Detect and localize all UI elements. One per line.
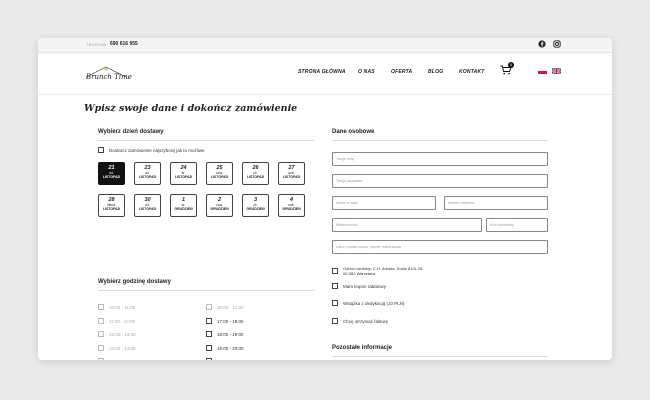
nav-home[interactable]: STRONA GŁÓWNA bbox=[298, 69, 346, 75]
divider bbox=[332, 356, 548, 357]
time-slot-label: 10:00 - 11:00 bbox=[109, 305, 136, 310]
city-field[interactable]: Miejscowość bbox=[332, 218, 482, 232]
dedication-label: Wstążka z dedykacją (10 PLN) bbox=[343, 301, 405, 306]
last-name-field[interactable]: Twoje nazwisko bbox=[332, 174, 548, 188]
earliest-delivery-label: Dostarcz zamówienie najszybciej jak to m… bbox=[109, 148, 205, 153]
instagram-icon[interactable] bbox=[553, 40, 561, 48]
first-name-field[interactable]: Twoje imię bbox=[332, 152, 548, 166]
time-slot-label: 11:00 - 12:00 bbox=[109, 318, 136, 324]
dedication-checkbox[interactable] bbox=[332, 300, 338, 306]
brand-logo[interactable]: Brunch Time bbox=[84, 64, 132, 84]
time-slot-checkbox bbox=[98, 304, 104, 310]
day-month: GRUDZIEŃ bbox=[282, 207, 301, 211]
street-field[interactable]: Ulica, numer domu, numer mieszkania bbox=[332, 240, 548, 254]
nav-about[interactable]: O NAS bbox=[358, 69, 375, 75]
time-slot-label: 17:00 - 18:00 bbox=[217, 318, 244, 324]
nav-contact[interactable]: KONTAKT bbox=[459, 69, 484, 75]
time-slot-checkbox bbox=[98, 317, 104, 324]
earliest-delivery-checkbox[interactable] bbox=[98, 147, 104, 153]
coupon-checkbox[interactable] bbox=[332, 283, 338, 289]
time-slot-label: 19:00 - 20:00 bbox=[217, 345, 244, 351]
invoice-checkbox[interactable] bbox=[332, 318, 338, 324]
day-option[interactable]: 3 pt. GRUDZIEŃ bbox=[242, 194, 269, 217]
day-month: LISTOPAD bbox=[138, 175, 157, 179]
polish-flag-icon[interactable] bbox=[538, 68, 547, 74]
day-option[interactable]: 26 pt. LISTOPAD bbox=[242, 162, 269, 185]
time-slot-label: 18:00 - 19:00 bbox=[217, 332, 244, 337]
time-slot-checkbox bbox=[98, 344, 104, 351]
day-option[interactable]: 25 czw. LISTOPAD bbox=[206, 162, 233, 185]
time-slot-checkbox[interactable] bbox=[206, 358, 212, 360]
other-info-title: Pozostałe informacje bbox=[332, 345, 393, 351]
day-month: LISTOPAD bbox=[102, 207, 121, 211]
day-month: LISTOPAD bbox=[282, 175, 301, 179]
day-month: LISTOPAD bbox=[210, 175, 229, 179]
day-month: LISTOPAD bbox=[174, 175, 193, 179]
time-slot-label: 14:00 - 15:00 bbox=[109, 359, 136, 360]
phone-label: TELEFON bbox=[86, 42, 107, 47]
english-flag-icon[interactable] bbox=[552, 68, 561, 74]
time-slot-label: 13:00 - 14:00 bbox=[109, 345, 136, 351]
time-slot-checkbox bbox=[206, 304, 212, 310]
day-option[interactable]: 23 wt. LISTOPAD bbox=[134, 162, 161, 185]
time-slot-checkbox bbox=[98, 331, 104, 337]
coupon-label: Mam kupon rabatowy bbox=[343, 284, 387, 289]
time-slot-label: 16:00 - 17:00 bbox=[217, 305, 244, 310]
day-month: GRUDZIEŃ bbox=[210, 207, 229, 211]
phone-field[interactable]: Numer telefonu bbox=[444, 196, 548, 210]
time-slot-checkbox[interactable] bbox=[206, 317, 212, 324]
time-slot-label: 20:00 - 21:00 bbox=[217, 359, 244, 360]
pickup-checkbox[interactable] bbox=[332, 268, 338, 274]
day-month: GRUDZIEŃ bbox=[174, 207, 193, 211]
postcode-field[interactable]: Kod pocztowy bbox=[486, 218, 548, 232]
day-option[interactable]: 28 niedz. LISTOPAD bbox=[98, 194, 125, 217]
day-option[interactable]: 4 sob. GRUDZIEŃ bbox=[278, 194, 305, 217]
email-field[interactable]: Adres e-mail bbox=[332, 196, 436, 210]
site-header: Brunch Time STRONA GŁÓWNA O NAS OFERTA B… bbox=[38, 52, 612, 95]
day-month: LISTOPAD bbox=[138, 207, 157, 211]
nav-blog[interactable]: BLOG bbox=[428, 69, 443, 75]
divider bbox=[98, 140, 314, 141]
cart-count-badge: 0 bbox=[508, 62, 514, 68]
day-option[interactable]: 2 czw. GRUDZIEŃ bbox=[206, 194, 233, 217]
personal-data-title: Dane osobowe bbox=[332, 129, 375, 135]
invoice-label: Chcę otrzymać fakturę bbox=[343, 319, 389, 324]
day-option[interactable]: 1 śr. GRUDZIEŃ bbox=[170, 194, 197, 217]
day-month: LISTOPAD bbox=[102, 175, 121, 179]
day-option[interactable]: 24 śr. LISTOPAD bbox=[170, 162, 197, 185]
day-option[interactable]: 21 wt. LISTOPAD bbox=[98, 162, 125, 185]
checkout-content: Wybierz dzień dostawy Dostarcz zamówieni… bbox=[84, 120, 566, 360]
browser-frame: TELEFON 690 616 955 Brunch Time STRONA G… bbox=[38, 38, 612, 360]
facebook-icon[interactable] bbox=[538, 40, 546, 48]
day-option[interactable]: 27 sob. LISTOPAD bbox=[278, 162, 305, 185]
pickup-label: Odbiór osobisty: C.H. Arkada, Sobis 81/A… bbox=[343, 266, 424, 276]
delivery-day-title: Wybierz dzień dostawy bbox=[98, 129, 164, 135]
top-bar: TELEFON 690 616 955 bbox=[38, 38, 612, 53]
nav-offer[interactable]: OFERTA bbox=[391, 69, 412, 75]
day-option[interactable]: 30 wt. LISTOPAD bbox=[134, 194, 161, 217]
day-month: LISTOPAD bbox=[246, 175, 265, 179]
divider bbox=[98, 290, 314, 291]
time-slot-checkbox[interactable] bbox=[206, 344, 212, 351]
delivery-time-title: Wybierz godzinę dostawy bbox=[98, 279, 171, 285]
time-slot-checkbox[interactable] bbox=[206, 331, 212, 337]
time-slot-checkbox bbox=[98, 358, 104, 360]
phone-number[interactable]: 690 616 955 bbox=[110, 41, 138, 47]
time-slot-label: 12:00 - 13:00 bbox=[109, 332, 136, 337]
day-month: GRUDZIEŃ bbox=[246, 207, 265, 211]
page-title: Wpisz swoje dane i dokończ zamówienie bbox=[84, 103, 298, 114]
divider bbox=[332, 140, 548, 141]
